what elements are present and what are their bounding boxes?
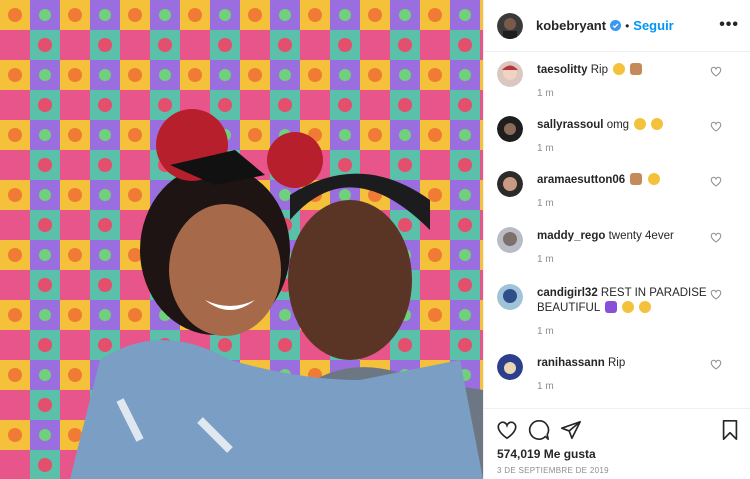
comment-text: twenty 4ever (608, 230, 674, 242)
comment-like-heart-icon[interactable] (710, 289, 722, 300)
comment-body: sallyrassoul omg (537, 118, 717, 133)
author-username[interactable]: kobebryant (536, 18, 606, 33)
comment-body: taesolitty Rip (537, 63, 717, 78)
folded-hands-icon (630, 173, 643, 185)
comment-like-heart-icon[interactable] (710, 359, 722, 370)
comment-username[interactable]: sallyrassoul (537, 119, 603, 131)
more-options-icon[interactable]: ••• (719, 16, 739, 34)
disappointed-face-icon (622, 301, 635, 313)
comment-time[interactable]: 1 m (537, 198, 554, 209)
comment-body: aramaesutton06 (537, 173, 717, 188)
comment-time[interactable]: 1 m (537, 143, 554, 154)
post-sidebar: kobebryant • Seguir ••• taesolitty Rip 1… (483, 0, 750, 479)
comment-text: Rip (590, 64, 608, 76)
post-date[interactable]: 3 DE SEPTIEMBRE DE 2019 (497, 466, 609, 475)
comment-like-heart-icon[interactable] (710, 121, 722, 132)
comment-avatar[interactable] (497, 227, 523, 253)
comment-body: candigirl32 REST IN PARADISE BEAUTIFUL (537, 286, 717, 316)
follow-button[interactable]: Seguir (633, 18, 673, 33)
comment-text: Rip (607, 357, 626, 369)
bookmark-icon[interactable] (719, 419, 741, 441)
crying-face-icon (647, 173, 660, 185)
comment-avatar[interactable] (497, 116, 523, 142)
comment-body: ranihassann Rip (537, 356, 717, 371)
purple-heart-icon (605, 301, 618, 313)
comment-avatar[interactable] (497, 61, 523, 87)
folded-hands-icon (630, 63, 643, 75)
comment-time[interactable]: 1 m (537, 254, 554, 265)
comment-like-heart-icon[interactable] (710, 176, 722, 187)
comment-text: omg (606, 119, 630, 131)
header-separator: • (625, 18, 630, 33)
comment-avatar[interactable] (497, 171, 523, 197)
comments-list[interactable]: taesolitty Rip 1 m sallyrassoul omg 1 m … (484, 53, 750, 405)
comment-time[interactable]: 1 m (537, 381, 554, 392)
comment-username[interactable]: aramaesutton06 (537, 174, 625, 186)
comment-username[interactable]: maddy_rego (537, 230, 605, 242)
comment-username[interactable]: candigirl32 (537, 287, 598, 299)
post-actions: 574,019 Me gusta 3 DE SEPTIEMBRE DE 2019 (484, 408, 750, 479)
comment-time[interactable]: 1 m (537, 326, 554, 337)
crying-face-icon (634, 118, 647, 130)
comment-avatar[interactable] (497, 354, 523, 380)
comment-body: maddy_rego twenty 4ever (537, 229, 717, 244)
author-avatar[interactable] (497, 12, 523, 39)
post-header: kobebryant • Seguir ••• (484, 0, 750, 52)
comment-like-heart-icon[interactable] (710, 232, 722, 243)
comment-username[interactable]: ranihassann (537, 357, 605, 369)
crying-face-icon (651, 118, 664, 130)
heart-icon[interactable] (496, 419, 518, 441)
comment-avatar[interactable] (497, 284, 523, 310)
share-icon[interactable] (560, 419, 582, 441)
likes-count[interactable]: 574,019 Me gusta (497, 447, 596, 461)
post-photo[interactable] (0, 0, 483, 479)
verified-badge-icon (610, 20, 622, 31)
post-image (0, 0, 483, 479)
disappointed-face-icon (613, 63, 626, 75)
disappointed-face-icon (639, 301, 652, 313)
comment-like-heart-icon[interactable] (710, 66, 722, 77)
comment-username[interactable]: taesolitty (537, 64, 588, 76)
instagram-post: kobebryant • Seguir ••• taesolitty Rip 1… (0, 0, 750, 479)
comment-icon[interactable] (528, 419, 550, 441)
comment-time[interactable]: 1 m (537, 88, 554, 99)
